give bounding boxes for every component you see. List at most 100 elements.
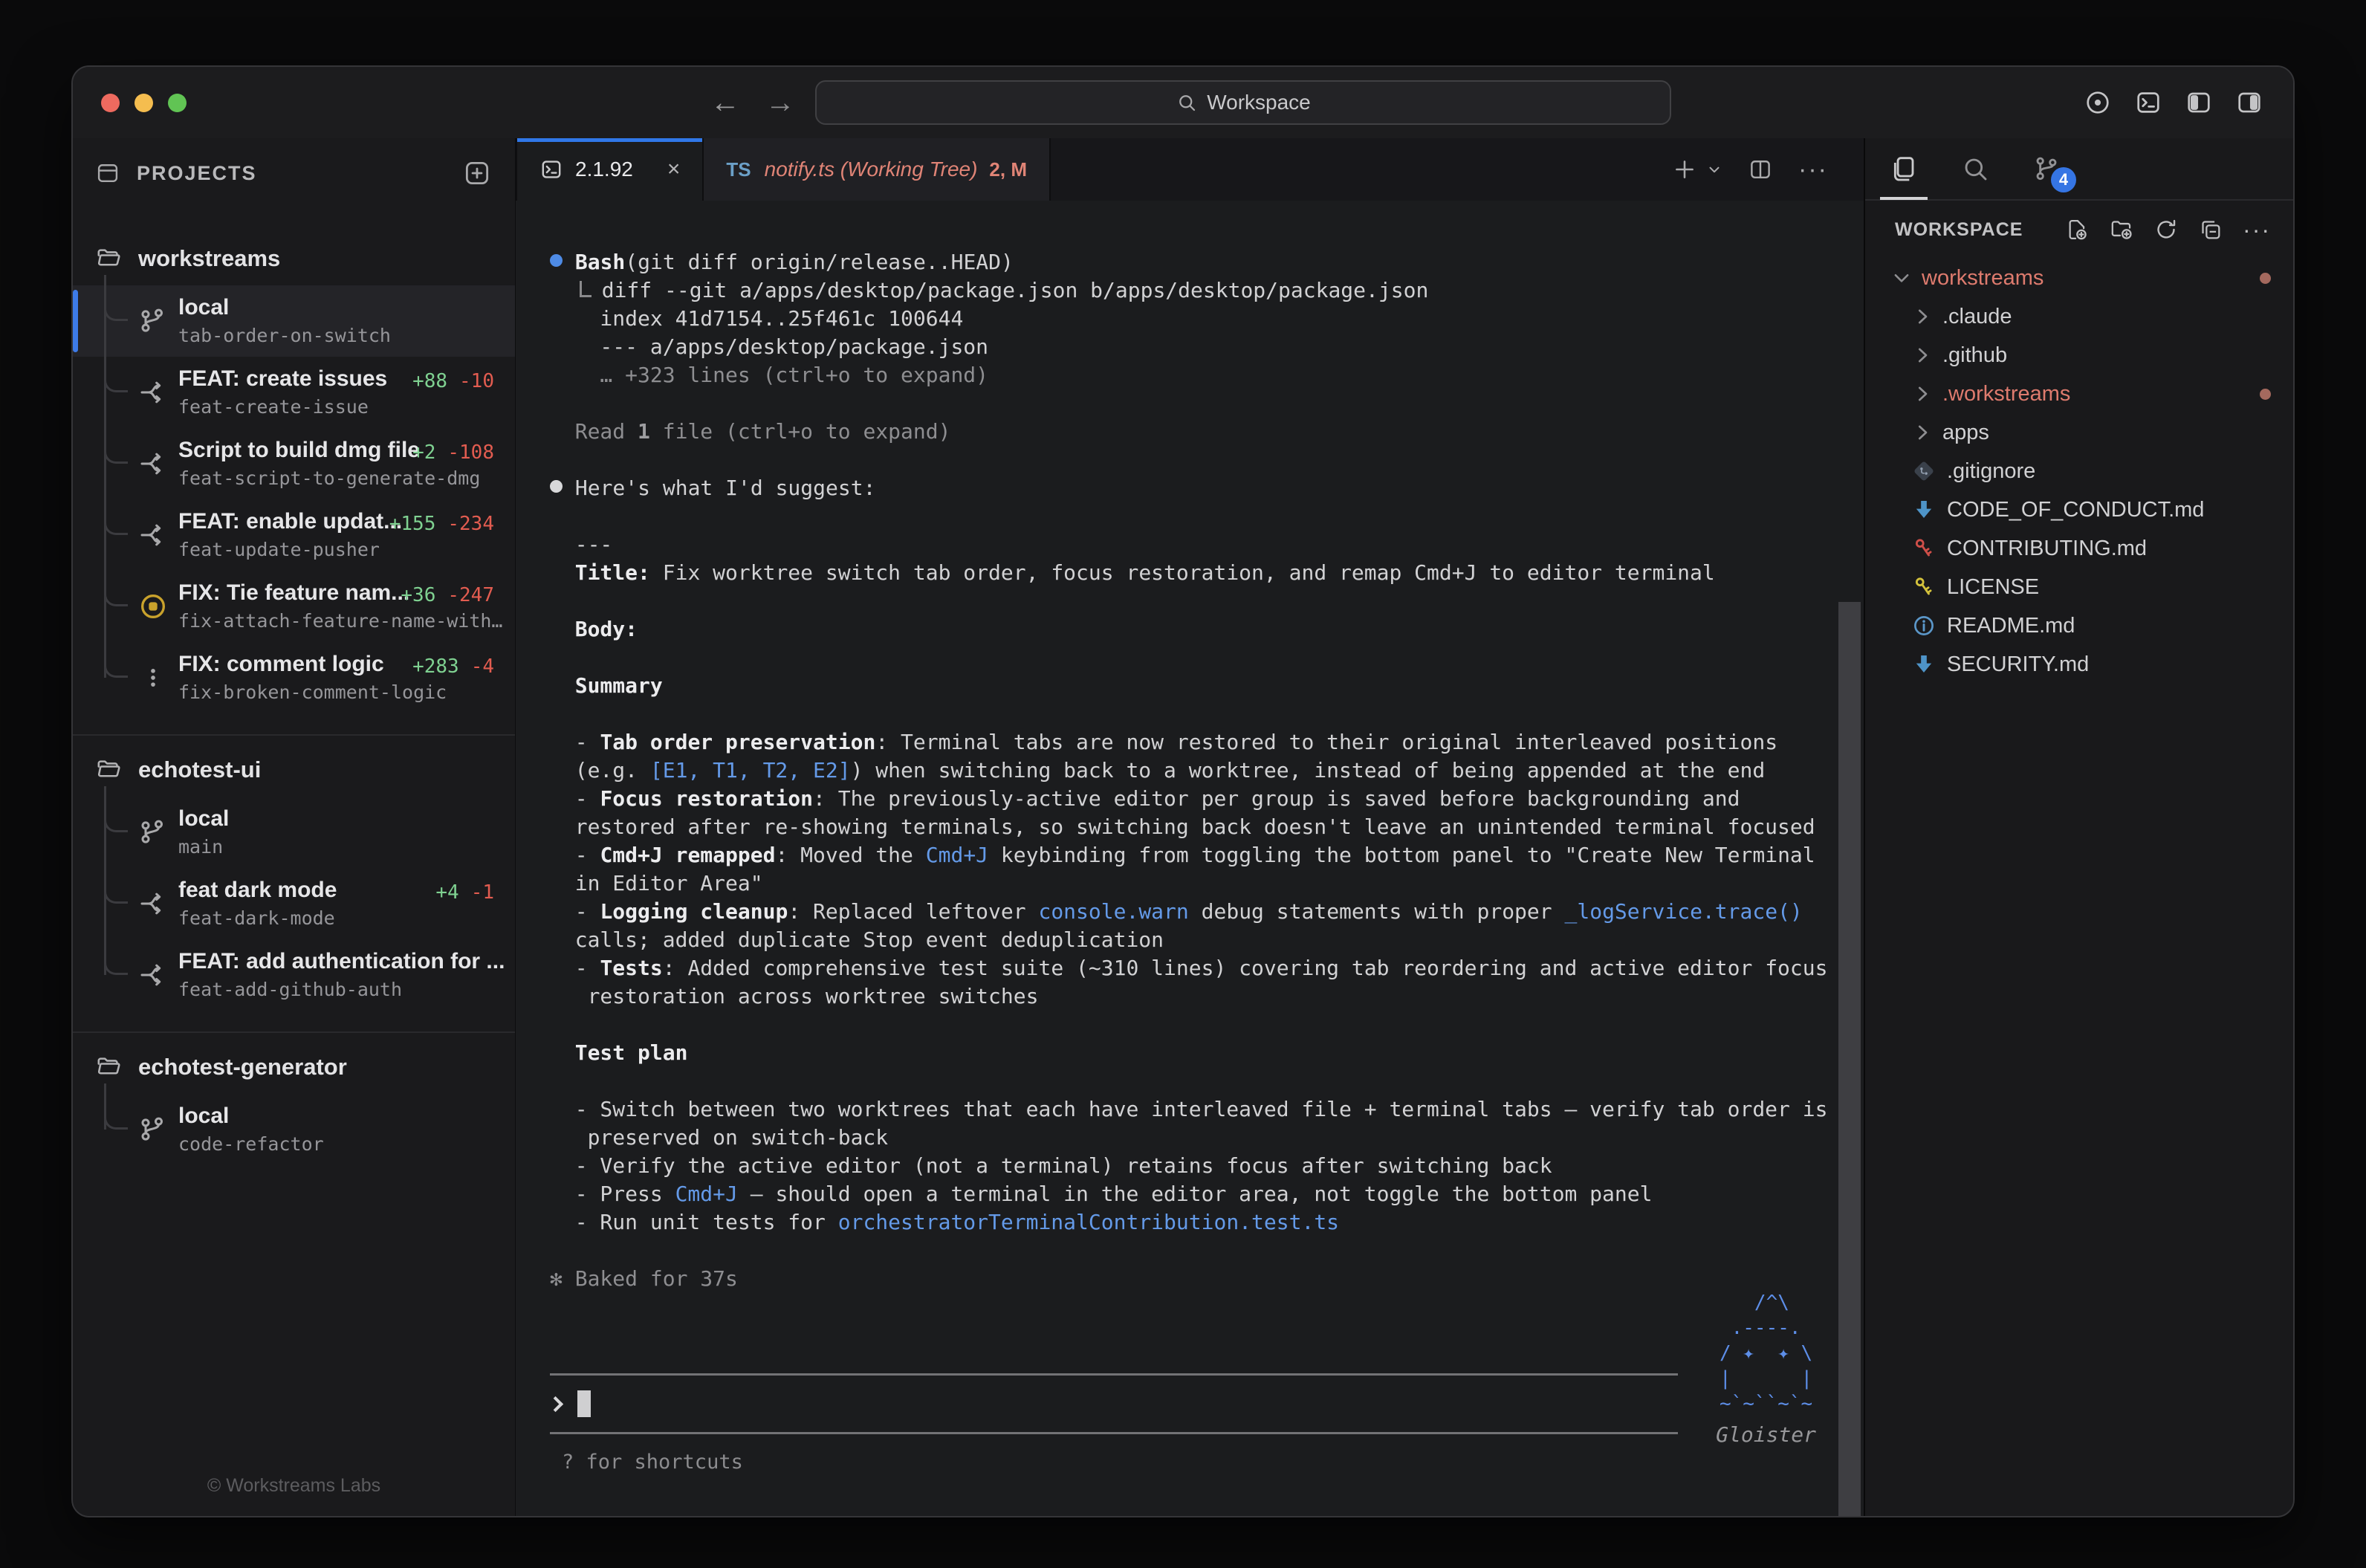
file-tree-row-apps[interactable]: apps bbox=[1865, 413, 2293, 452]
toggle-right-panel-icon[interactable] bbox=[2235, 88, 2263, 117]
terminal-line bbox=[550, 1011, 1819, 1039]
terminal-pane[interactable]: Bash(git diff origin/release..HEAD) diff… bbox=[516, 201, 1864, 1516]
worktree-item[interactable]: FIX: Tie feature nam...fix-attach-featur… bbox=[73, 571, 515, 642]
worktree-item[interactable]: FEAT: add authentication for ...feat-add… bbox=[73, 939, 515, 1011]
projects-list: workstreamslocaltab-order-on-switchFEAT:… bbox=[73, 232, 515, 1170]
worktree-item[interactable]: FIX: comment logicfix-broken-comment-log… bbox=[73, 642, 515, 713]
terminal-line bbox=[550, 587, 1819, 615]
terminal-line: Read 1 file (ctrl+o to expand) bbox=[550, 418, 1819, 446]
more-actions-icon[interactable]: ··· bbox=[2243, 216, 2271, 244]
explorer-tab[interactable] bbox=[1889, 154, 1919, 184]
file-tree-row-LICENSE[interactable]: LICENSE bbox=[1865, 568, 2293, 606]
split-editor-icon[interactable] bbox=[1748, 157, 1773, 182]
worktree-list: localcode-refactor bbox=[73, 1094, 515, 1170]
worktree-item[interactable]: Script to build dmg filefeat-script-to-g… bbox=[73, 428, 515, 499]
file-name: apps bbox=[1942, 421, 1989, 445]
lines-removed: -1 bbox=[471, 881, 494, 904]
forward-button[interactable]: → bbox=[765, 86, 795, 120]
worktree-list: localtab-order-on-switchFEAT: create iss… bbox=[73, 285, 515, 718]
file-tree-row-workstreams[interactable]: workstreams bbox=[1865, 259, 2293, 297]
worktree-branch: code-refactor bbox=[178, 1133, 494, 1155]
record-icon[interactable] bbox=[2084, 88, 2112, 117]
project-folder-echotest-ui[interactable]: echotest-ui bbox=[73, 743, 515, 797]
file-tree-row-SECURITY.md[interactable]: SECURITY.md bbox=[1865, 645, 2293, 684]
ascii-art-body: /^\ .----. / ✦ ✦ \ | | ~`~``~`~ bbox=[1720, 1290, 1812, 1416]
source-control-tab[interactable]: 4 bbox=[2032, 154, 2061, 184]
workspace-panel-header: WORKSPACE ··· bbox=[1865, 201, 2293, 259]
folder-open-icon bbox=[95, 245, 122, 272]
zoom-window-button[interactable] bbox=[168, 94, 187, 112]
chevron-right-icon[interactable] bbox=[1911, 383, 1934, 405]
terminal-line: restored after re-showing terminals, so … bbox=[550, 813, 1819, 841]
file-name: CONTRIBUTING.md bbox=[1947, 537, 2147, 561]
worktree-item[interactable]: localmain bbox=[73, 797, 515, 868]
terminal-line bbox=[550, 1067, 1819, 1095]
file-tree-row-.github[interactable]: .github bbox=[1865, 336, 2293, 375]
terminal-icon[interactable] bbox=[2134, 88, 2162, 117]
scrollbar-thumb[interactable] bbox=[1838, 602, 1861, 1516]
terminal-prompt[interactable] bbox=[550, 1376, 1678, 1432]
terminal-line: Body: bbox=[550, 615, 1819, 644]
chevron-right-icon[interactable] bbox=[1911, 421, 1934, 444]
git-branch-icon bbox=[138, 306, 168, 336]
terminal-line: (e.g. [E1, T1, T2, E2]) when switching b… bbox=[550, 757, 1819, 785]
lines-added: +283 bbox=[412, 655, 459, 678]
new-folder-icon[interactable] bbox=[2109, 217, 2134, 242]
add-project-button[interactable] bbox=[461, 158, 493, 189]
diff-stats: +36-247 bbox=[401, 584, 494, 606]
terminal-line: preserved on switch-back bbox=[550, 1124, 1819, 1152]
new-tab-chevron-icon[interactable] bbox=[1706, 161, 1722, 178]
back-button[interactable]: ← bbox=[710, 86, 740, 120]
workspace-search[interactable]: Workspace bbox=[815, 80, 1671, 125]
terminal-output: Bash(git diff origin/release..HEAD) diff… bbox=[550, 248, 1819, 1293]
new-file-icon[interactable] bbox=[2064, 217, 2090, 242]
tab-notify-ts[interactable]: TS notify.ts (Working Tree) 2, M bbox=[704, 138, 1051, 201]
worktree-item[interactable]: localcode-refactor bbox=[73, 1094, 515, 1165]
file-tree-row-README.md[interactable]: README.md bbox=[1865, 606, 2293, 645]
file-tree-row-.workstreams[interactable]: .workstreams bbox=[1865, 375, 2293, 413]
output-branch-icon bbox=[580, 281, 592, 297]
tree-connector-elbow bbox=[104, 300, 128, 321]
ascii-art-caption: Gloister bbox=[1716, 1422, 1816, 1447]
file-tree-row-CONTRIBUTING.md[interactable]: CONTRIBUTING.md bbox=[1865, 529, 2293, 568]
project-folder-workstreams[interactable]: workstreams bbox=[73, 232, 515, 285]
toggle-left-panel-icon[interactable] bbox=[2185, 88, 2213, 117]
merge-arrow-icon bbox=[138, 960, 168, 990]
chevron-right-icon[interactable] bbox=[1911, 305, 1934, 328]
more-actions-icon[interactable]: ··· bbox=[1798, 155, 1828, 184]
file-tree-row-CODE_OF_CONDUCT.md[interactable]: CODE_OF_CONDUCT.md bbox=[1865, 490, 2293, 529]
new-tab-button[interactable] bbox=[1672, 157, 1697, 182]
chevron-down-icon[interactable] bbox=[1890, 267, 1913, 289]
terminal-line: - Press Cmd+J — should open a terminal i… bbox=[550, 1180, 1819, 1208]
worktree-item[interactable]: feat dark modefeat-dark-mode+4-1 bbox=[73, 868, 515, 939]
files-icon bbox=[1889, 154, 1919, 184]
source-control-badge: 4 bbox=[2051, 167, 2076, 192]
worktree-item[interactable]: localtab-order-on-switch bbox=[73, 285, 515, 357]
worktree-item[interactable]: FEAT: create issuesfeat-create-issue+88-… bbox=[73, 357, 515, 428]
chevron-right-icon[interactable] bbox=[1911, 344, 1934, 366]
worktree-text: localmain bbox=[178, 806, 494, 858]
close-window-button[interactable] bbox=[101, 94, 120, 112]
merge-arrow-icon bbox=[138, 449, 168, 479]
merge-arrow-icon bbox=[138, 378, 168, 407]
terminal-line: - Logging cleanup: Replaced leftover con… bbox=[550, 898, 1819, 926]
project-folder-echotest-generator[interactable]: echotest-generator bbox=[73, 1040, 515, 1094]
collapse-all-icon[interactable] bbox=[2198, 217, 2223, 242]
file-tree: workstreams.claude.github.workstreams app… bbox=[1865, 259, 2293, 1516]
file-tree-row-.gitignore[interactable]: .gitignore bbox=[1865, 452, 2293, 490]
minimize-window-button[interactable] bbox=[134, 94, 153, 112]
file-name: .gitignore bbox=[1947, 459, 2035, 484]
search-tab[interactable] bbox=[1960, 154, 1990, 184]
refresh-icon[interactable] bbox=[2153, 217, 2179, 242]
file-tree-row-.claude[interactable]: .claude bbox=[1865, 297, 2293, 336]
worktree-text: localcode-refactor bbox=[178, 1104, 494, 1155]
tab-terminal[interactable]: 2.1.92 × bbox=[516, 138, 704, 201]
sidebar-title: PROJECTS bbox=[137, 162, 461, 185]
close-tab-icon[interactable]: × bbox=[667, 157, 681, 182]
terminal-scrollbar[interactable] bbox=[1838, 201, 1861, 1516]
worktree-item[interactable]: FEAT: enable updat...feat-update-pusher+… bbox=[73, 499, 515, 571]
worktree-branch: tab-order-on-switch bbox=[178, 325, 494, 346]
lines-removed: -247 bbox=[447, 584, 494, 606]
file-name: README.md bbox=[1947, 614, 2075, 638]
terminal-line: ✻ Baked for 37s bbox=[550, 1265, 1819, 1293]
